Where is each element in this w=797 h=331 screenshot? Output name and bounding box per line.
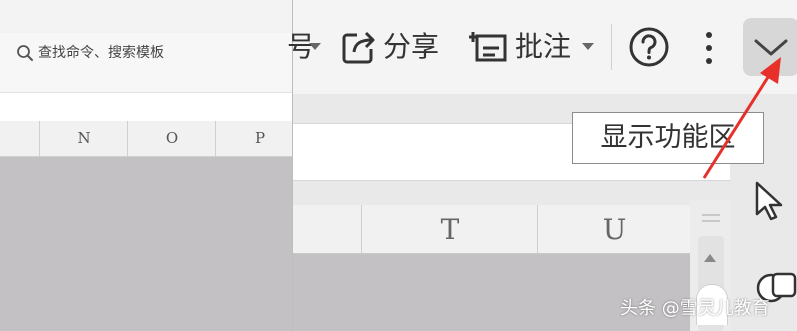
help-circle-icon[interactable] [628,26,670,68]
top-toolbar: 号 分享 批注 [287,0,797,94]
column-header-o[interactable]: O [127,121,216,156]
background-window: 查找命令、搜索模板 N O P [0,0,293,331]
comment-icon[interactable] [469,26,509,66]
scroll-grip [702,220,720,222]
sheet-grid-area[interactable] [0,157,293,331]
column-header-n[interactable]: N [39,121,128,156]
comment-button[interactable]: 批注 [515,27,571,67]
column-header-row: T U [293,205,690,254]
chevron-down-icon [754,39,788,56]
column-header-row: N O P [0,121,293,157]
share-icon[interactable] [341,29,377,65]
command-search-bar[interactable] [0,33,293,92]
column-header-p[interactable]: P [215,121,304,156]
more-vertical-icon[interactable] [703,30,715,66]
foreground-window: 号 分享 批注 T U [287,0,797,331]
tooltip: 显示功能区 [572,112,764,164]
column-header-t[interactable]: T [361,205,538,253]
search-input[interactable]: 查找命令、搜索模板 [38,44,164,62]
chevron-down-icon[interactable] [309,43,321,50]
share-button[interactable]: 分享 [383,27,439,67]
formula-bar[interactable] [0,92,293,122]
comment-dropdown-icon[interactable] [582,43,594,50]
search-icon [17,45,33,61]
column-header-u[interactable]: U [537,205,691,253]
pointer-cursor-icon[interactable] [754,180,784,222]
show-ribbon-button[interactable] [743,18,797,76]
scroll-grip [702,214,720,216]
title-strip [0,0,293,33]
watermark: 头条 @雪灵儿教育 [620,298,770,319]
toolbar-divider [611,24,612,70]
scroll-up-arrow-icon[interactable] [704,254,716,262]
